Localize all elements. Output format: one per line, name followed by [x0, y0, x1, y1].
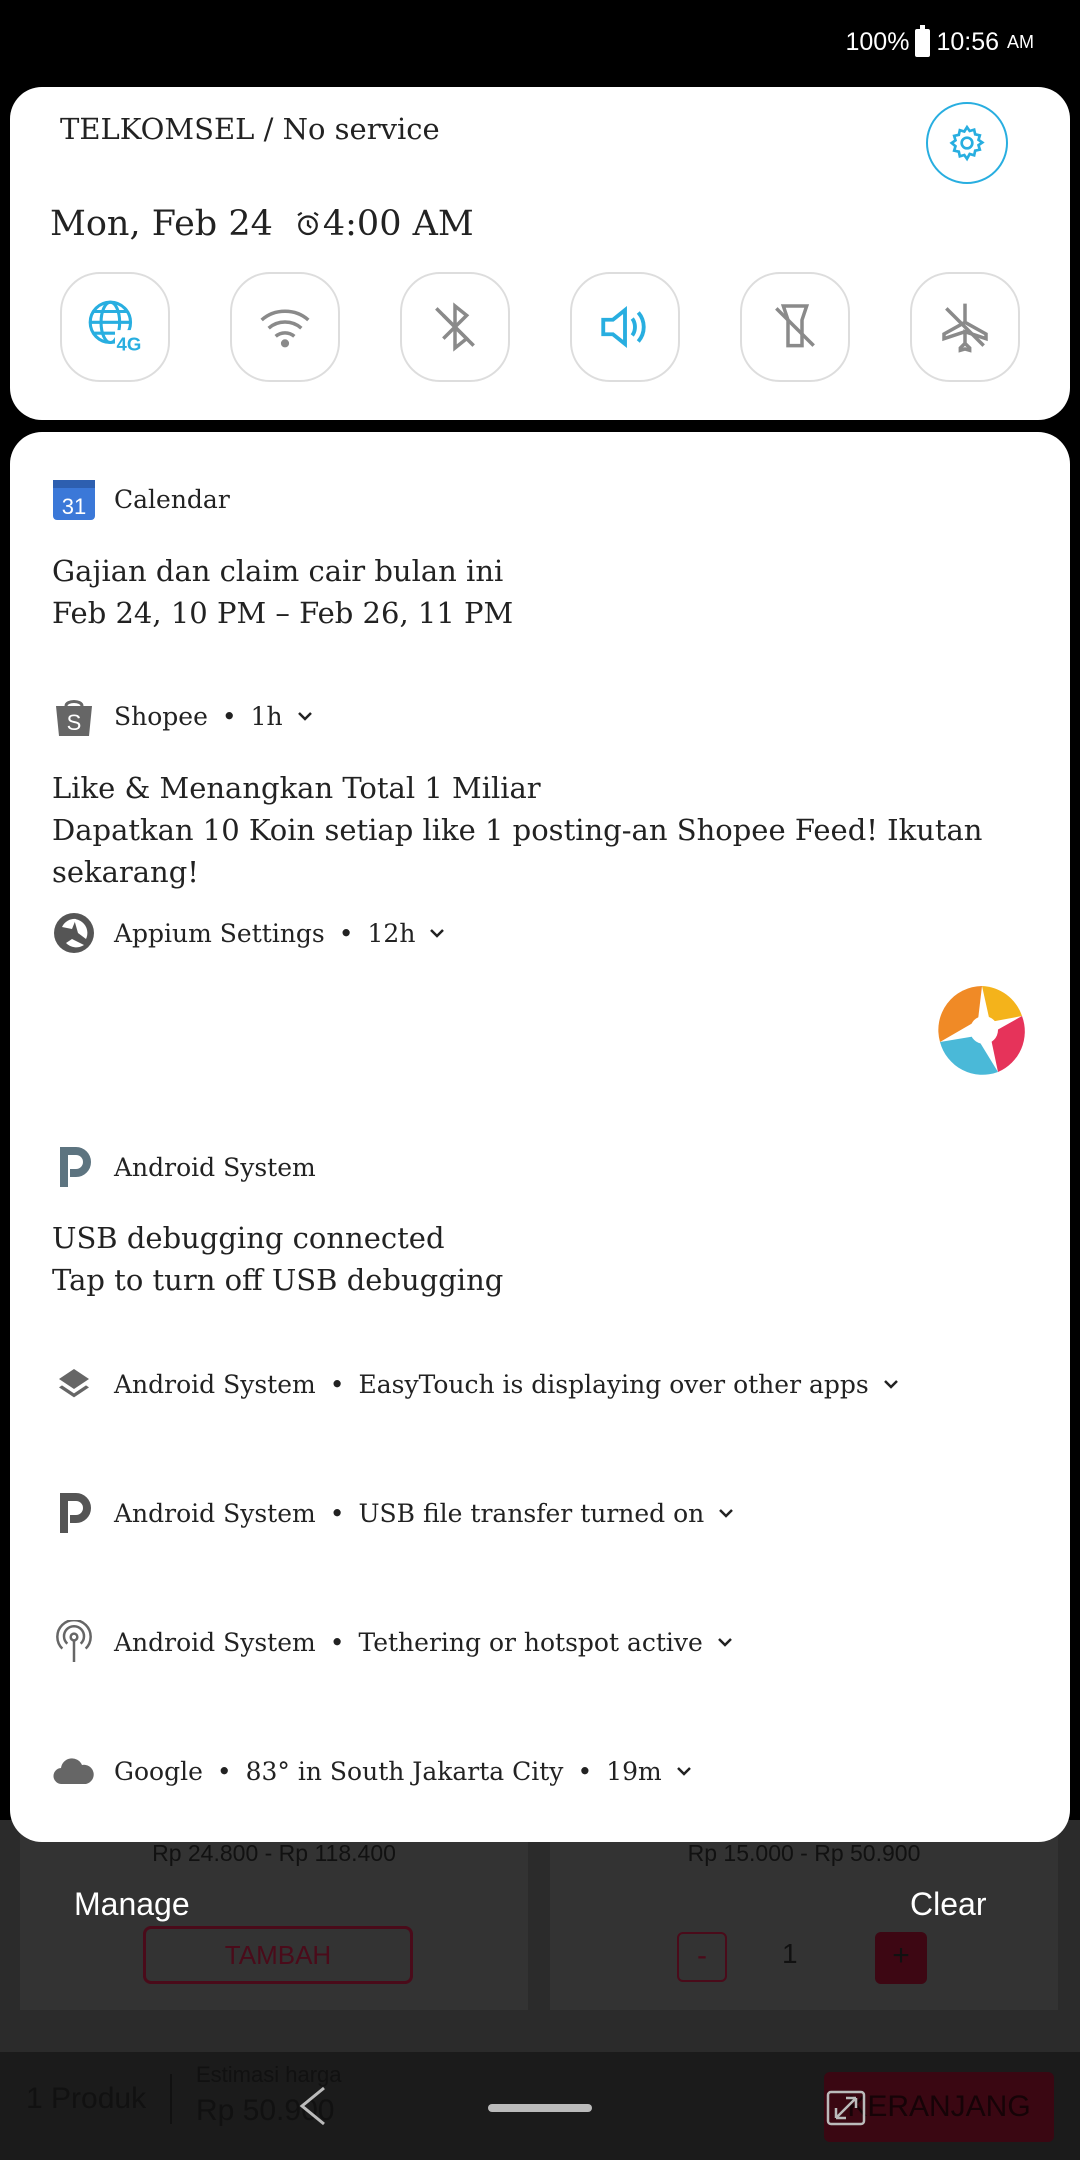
- shopee-icon: S: [52, 694, 96, 738]
- notification-shade: 31 Calendar Gajian dan claim cair bulan …: [10, 432, 1070, 1842]
- navigation-bar: [0, 2060, 1080, 2160]
- notification-text: Feb 24, 10 PM – Feb 26, 11 PM: [52, 596, 514, 630]
- price-range-left: Rp 24.800 - Rp 118.400: [152, 1840, 396, 1866]
- notification-text: 83° in South Jakarta City: [245, 1756, 564, 1786]
- notification-text: Tap to turn off USB debugging: [52, 1263, 504, 1297]
- appium-icon: [52, 911, 96, 955]
- wifi-icon: [260, 309, 310, 348]
- app-name: Google: [114, 1756, 203, 1786]
- notification-text: EasyTouch is displaying over other apps: [358, 1369, 869, 1399]
- notification-text: Tethering or hotspot active: [358, 1627, 703, 1657]
- manage-button[interactable]: Manage: [74, 1886, 190, 1923]
- battery-percent: 100%: [845, 28, 910, 56]
- tile-wifi[interactable]: [230, 272, 340, 382]
- speaker-icon: [601, 306, 646, 348]
- clear-button[interactable]: Clear: [910, 1886, 986, 1923]
- notification-google[interactable]: Google • 83° in South Jakarta City • 19m: [52, 1749, 694, 1793]
- back-icon[interactable]: [296, 2084, 330, 2128]
- notification-time: 1h: [250, 701, 283, 731]
- airplane-off-icon: [942, 303, 988, 353]
- alarm[interactable]: 4:00 AM: [293, 204, 474, 244]
- globe-4g-icon: 4G: [88, 300, 145, 354]
- android-p-icon: [52, 1145, 96, 1189]
- status-bar: 100% 10:56 AM: [0, 0, 1080, 88]
- svg-text:31: 31: [62, 494, 86, 519]
- carrier-label: TELKOMSEL / No service: [60, 112, 440, 146]
- chevron-down-icon[interactable]: [674, 1761, 694, 1781]
- bluetooth-off-icon: [435, 302, 475, 352]
- chevron-down-icon[interactable]: [716, 1503, 736, 1523]
- app-name: Android System: [114, 1369, 316, 1399]
- tile-airplane[interactable]: [910, 272, 1020, 382]
- flashlight-off-icon: [775, 304, 815, 348]
- appium-logo-icon: [934, 982, 1030, 1082]
- notification-title: USB debugging connected: [52, 1221, 445, 1255]
- notification-tethering[interactable]: Android System • Tethering or hotspot ac…: [52, 1620, 735, 1664]
- app-name: Android System: [114, 1498, 316, 1528]
- notification-title: Gajian dan claim cair bulan ini: [52, 554, 504, 588]
- add-button[interactable]: TAMBAH: [143, 1926, 413, 1984]
- alarm-clock-icon: [297, 211, 319, 236]
- tile-mobile-data[interactable]: 4G: [60, 272, 170, 382]
- app-name: Calendar: [114, 484, 230, 514]
- qty-value: 1: [782, 1938, 798, 1969]
- battery-icon: [915, 24, 931, 57]
- qty-plus-button[interactable]: +: [875, 1932, 927, 1984]
- price-range-right: Rp 15.000 - Rp 50.900: [687, 1840, 921, 1866]
- notification-time: 12h: [367, 918, 416, 948]
- settings-button[interactable]: [926, 102, 1008, 184]
- android-p-icon: [52, 1491, 96, 1535]
- qty-minus-button[interactable]: -: [677, 1932, 727, 1982]
- tile-flashlight[interactable]: [740, 272, 850, 382]
- date-row: Mon, Feb 24 4:00 AM: [50, 204, 474, 244]
- rotate-screen-icon[interactable]: [822, 2082, 870, 2130]
- notification-header-shopee[interactable]: S Shopee • 1h: [52, 694, 315, 738]
- home-pill[interactable]: [488, 2104, 592, 2112]
- notification-text: USB file transfer turned on: [358, 1498, 705, 1528]
- quick-tiles: 4G: [60, 272, 1030, 382]
- svg-text:S: S: [67, 710, 82, 735]
- date-label: Mon, Feb 24: [50, 204, 273, 244]
- clock: 10:56: [936, 28, 999, 56]
- notification-title: Like & Menangkan Total 1 Miliar: [52, 771, 541, 805]
- notification-header-appium[interactable]: Appium Settings • 12h: [52, 911, 447, 955]
- notification-shopee[interactable]: Like & Menangkan Total 1 Miliar Dapatkan…: [52, 767, 1070, 893]
- app-name: Android System: [114, 1152, 316, 1182]
- tile-bluetooth[interactable]: [400, 272, 510, 382]
- gear-icon: [949, 124, 985, 162]
- clock-ampm: AM: [1007, 32, 1034, 52]
- notification-calendar[interactable]: Gajian dan claim cair bulan ini Feb 24, …: [52, 550, 513, 634]
- app-name: Shopee: [114, 701, 208, 731]
- quick-settings-panel: TELKOMSEL / No service Mon, Feb 24 4:00 …: [10, 87, 1070, 420]
- alarm-time: 4:00 AM: [322, 204, 474, 244]
- layers-icon: [52, 1362, 96, 1406]
- cloud-icon: [52, 1749, 96, 1793]
- chevron-down-icon[interactable]: [427, 923, 447, 943]
- app-name: Appium Settings: [114, 918, 325, 948]
- chevron-down-icon[interactable]: [295, 706, 315, 726]
- svg-text:4G: 4G: [117, 333, 142, 354]
- notification-usb-transfer[interactable]: Android System • USB file transfer turne…: [52, 1491, 736, 1535]
- notification-text: Dapatkan 10 Koin setiap like 1 posting-a…: [52, 813, 983, 889]
- notification-usb-debugging[interactable]: USB debugging connected Tap to turn off …: [52, 1217, 503, 1301]
- notification-header-calendar[interactable]: 31 Calendar: [52, 477, 230, 521]
- chevron-down-icon[interactable]: [715, 1632, 735, 1652]
- app-name: Android System: [114, 1627, 316, 1657]
- chevron-down-icon[interactable]: [881, 1374, 901, 1394]
- notification-header-usb-debugging[interactable]: Android System: [52, 1145, 316, 1189]
- notification-time: 19m: [606, 1756, 662, 1786]
- tile-sound[interactable]: [570, 272, 680, 382]
- notification-easytouch[interactable]: Android System • EasyTouch is displaying…: [52, 1362, 901, 1406]
- hotspot-icon: [52, 1620, 96, 1664]
- calendar-icon: 31: [52, 477, 96, 521]
